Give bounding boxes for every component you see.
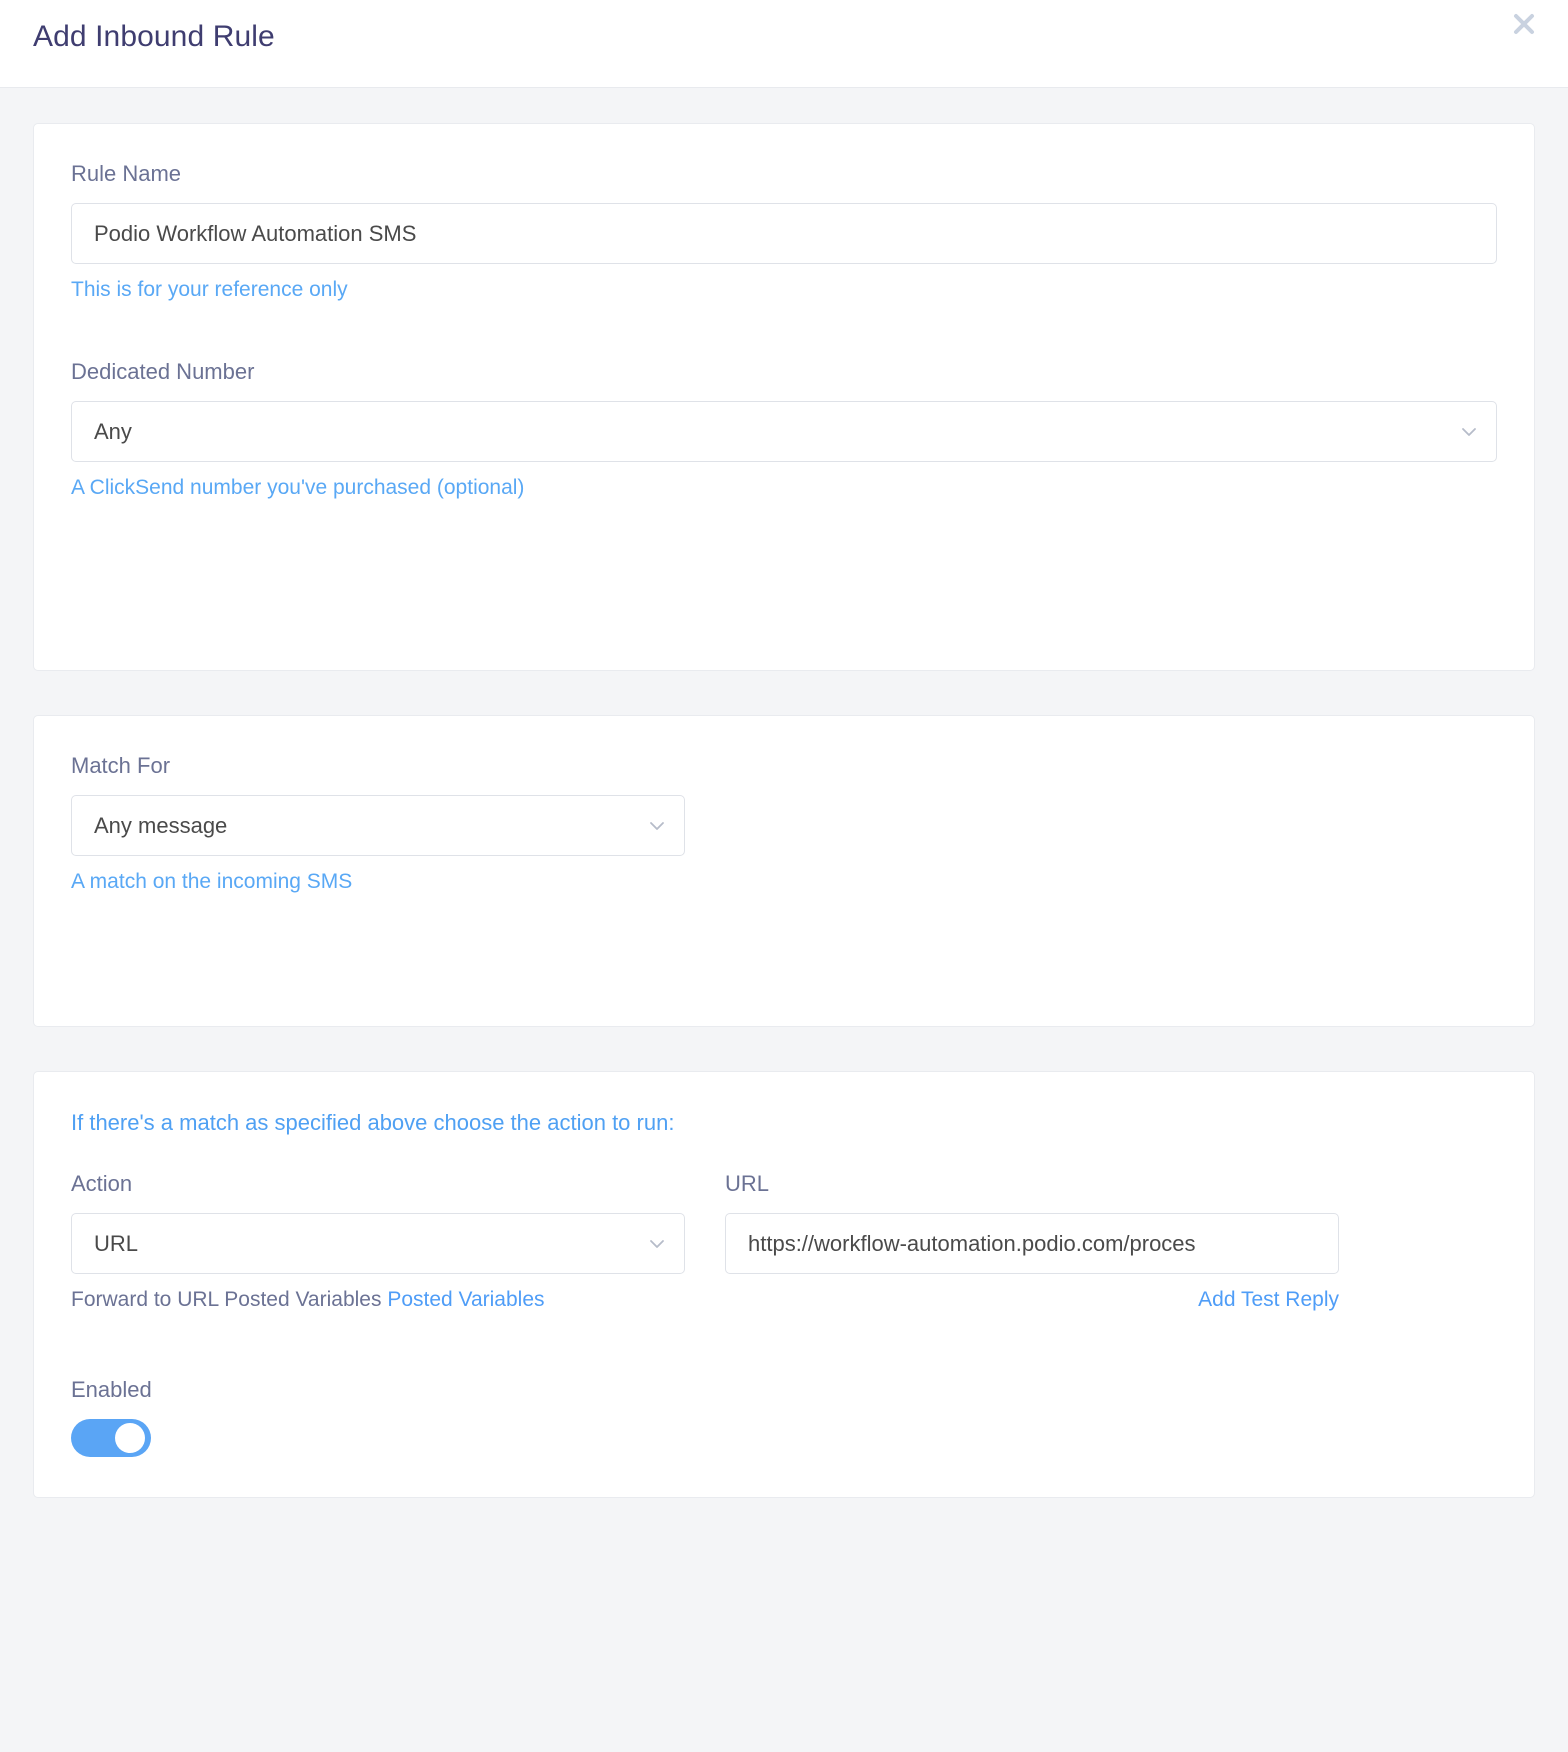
action-card: If there's a match as specified above ch…: [33, 1071, 1535, 1499]
match-for-label: Match For: [71, 753, 171, 778]
rule-name-field: Rule Name This is for your reference onl…: [71, 161, 1497, 302]
action-value[interactable]: URL: [71, 1213, 685, 1275]
dedicated-number-helper[interactable]: A ClickSend number you've purchased (opt…: [71, 476, 524, 500]
action-under-row: Forward to URL Posted Variables Posted V…: [71, 1288, 685, 1312]
toggle-knob: [115, 1423, 145, 1454]
add-test-reply-link[interactable]: Add Test Reply: [1198, 1288, 1339, 1312]
dedicated-number-label: Dedicated Number: [71, 359, 255, 385]
add-inbound-rule-modal: Add Inbound Rule Rule Name This is for y…: [0, 0, 1568, 1752]
action-group-intro: If there's a match as specified above ch…: [71, 1110, 675, 1135]
enabled-label: Enabled: [71, 1377, 152, 1403]
url-under-row: Add Test Reply: [725, 1288, 1339, 1312]
page-title: Add Inbound Rule: [33, 20, 275, 53]
close-button[interactable]: [1506, 6, 1542, 42]
close-icon: [1511, 11, 1537, 37]
forward-to-url-text: Forward to URL Posted Variables Posted V…: [71, 1288, 545, 1312]
modal-header: Add Inbound Rule: [0, 0, 1568, 88]
rule-name-helper[interactable]: This is for your reference only: [71, 278, 348, 302]
url-label: URL: [725, 1171, 770, 1196]
dedicated-number-field: Dedicated Number Any A ClickSend number …: [71, 359, 1497, 500]
action-field: Action URL Forward to URL Posted Variabl…: [71, 1171, 685, 1312]
action-url-row: Action URL Forward to URL Posted Variabl…: [71, 1171, 1497, 1312]
dedicated-number-value[interactable]: Any: [71, 401, 1497, 463]
enabled-toggle[interactable]: [71, 1419, 151, 1458]
dedicated-number-select[interactable]: Any: [71, 401, 1497, 463]
posted-variables-link[interactable]: Posted Variables: [387, 1288, 544, 1311]
action-select[interactable]: URL: [71, 1213, 685, 1275]
action-label: Action: [71, 1171, 133, 1196]
rule-details-card: Rule Name This is for your reference onl…: [33, 123, 1535, 671]
enabled-field: Enabled: [71, 1377, 1497, 1458]
match-for-helper[interactable]: A match on the incoming SMS: [71, 870, 352, 894]
rule-name-label: Rule Name: [71, 161, 182, 186]
match-for-value[interactable]: Any message: [71, 795, 685, 857]
match-for-select[interactable]: Any message: [71, 795, 685, 857]
modal-body: Rule Name This is for your reference onl…: [0, 88, 1568, 1499]
forward-to-url-label: Forward to URL Posted Variables: [71, 1288, 388, 1312]
url-input[interactable]: [725, 1213, 1339, 1275]
url-field: URL Add Test Reply: [725, 1171, 1339, 1312]
match-for-card: Match For Any message A match on the inc…: [33, 715, 1535, 1027]
match-for-field: Match For Any message A match on the inc…: [71, 753, 1497, 894]
rule-name-input[interactable]: [71, 203, 1497, 265]
